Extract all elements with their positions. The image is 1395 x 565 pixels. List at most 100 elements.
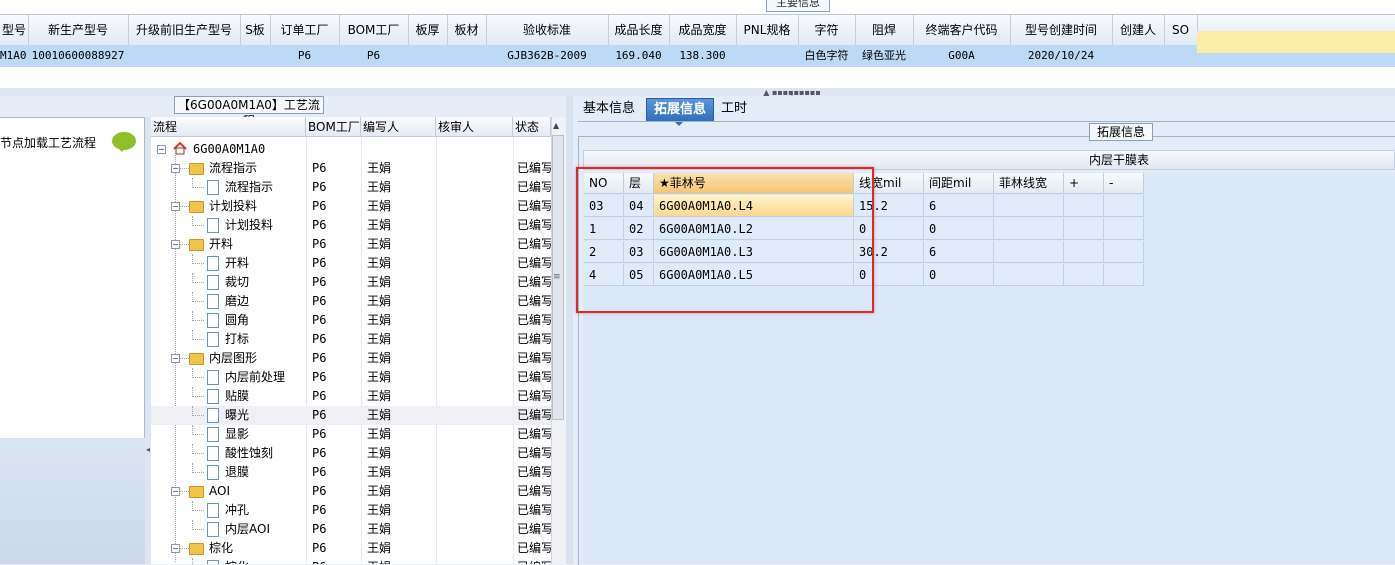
tree-row[interactable]: − 内层图形 P6 王娟 已编写 — [151, 349, 551, 368]
film-column-header[interactable]: - — [1104, 173, 1144, 194]
tab-basic-info[interactable]: 基本信息 — [578, 98, 640, 120]
splitter-grip-icon[interactable]: ▲ ▪▪▪▪▪▪▪▪▪ ▲ — [762, 89, 822, 102]
main-data-cell[interactable]: P6 — [270, 45, 339, 67]
main-data-cell[interactable] — [1112, 45, 1164, 67]
center-vertical-splitter[interactable] — [566, 96, 573, 564]
tree-row[interactable]: 酸性蚀刻 P6 王娟 已编写 — [151, 444, 551, 463]
film-cell[interactable]: 6 — [924, 195, 994, 217]
tree-row[interactable]: 磨边 P6 王娟 已编写 — [151, 292, 551, 311]
tree-row[interactable]: 内层前处理 P6 王娟 已编写 — [151, 368, 551, 387]
document-icon — [207, 465, 219, 480]
tree-row[interactable]: 曝光 P6 王娟 已编写 — [151, 406, 551, 425]
tree-row[interactable]: 裁切 P6 王娟 已编写 — [151, 273, 551, 292]
film-cell[interactable] — [994, 264, 1064, 286]
main-info-data-row[interactable]: M1A0 10010600088927 P6 P6 GJB362B-2009 169.04… — [0, 45, 1395, 67]
node-load-label[interactable]: 节点加载工艺流程 — [0, 134, 96, 151]
film-cell[interactable]: 6 — [924, 241, 994, 263]
scroll-up-arrow-icon[interactable]: ▲ — [553, 121, 559, 130]
tree-row[interactable]: 冲孔 P6 王娟 已编写 — [151, 501, 551, 520]
tree-row[interactable]: 流程指示 P6 王娟 已编写 — [151, 178, 551, 197]
collapse-toggle-icon[interactable]: − — [171, 544, 180, 553]
main-data-cell[interactable] — [408, 45, 447, 67]
tree-row[interactable]: − 棕化 P6 王娟 已编写 — [151, 539, 551, 558]
tree-root-row[interactable]: − 6G00A0M1A0 — [151, 140, 551, 159]
film-column-header[interactable]: 间距mil — [924, 173, 994, 194]
tree-row[interactable]: 退膜 P6 王娟 已编写 — [151, 463, 551, 482]
film-cell[interactable] — [1104, 195, 1144, 217]
tree-column-header[interactable]: BOM工厂 — [306, 117, 361, 137]
tree-guide-line — [192, 377, 204, 378]
process-tree-grid: 流程 BOM工厂 编写人 核审人 状态 −6G00A0M1A0− 流程指示 P6 王娟 已编写 流程… — [151, 117, 551, 564]
main-header-cell: 成品长度 — [608, 15, 670, 45]
main-data-cell[interactable] — [736, 45, 798, 67]
main-data-cell[interactable]: M1A0 — [0, 45, 28, 67]
main-data-cell[interactable]: 10010600088927 — [28, 45, 128, 67]
film-cell[interactable]: 0 — [924, 264, 994, 286]
collapse-toggle-icon[interactable]: − — [171, 487, 180, 496]
collapse-arrow-icon[interactable]: ◂ — [146, 445, 150, 454]
main-data-cell[interactable] — [240, 45, 270, 67]
collapse-toggle-icon[interactable]: − — [171, 164, 180, 173]
main-header-cell: S板 — [240, 15, 271, 45]
film-cell[interactable]: 0 — [924, 218, 994, 240]
horizontal-splitter[interactable] — [0, 88, 1395, 96]
tree-status-cell: 已编写 — [517, 389, 551, 403]
collapse-toggle-icon[interactable]: − — [157, 145, 166, 154]
tree-row[interactable]: − 开料 P6 王娟 已编写 — [151, 235, 551, 254]
film-cell[interactable] — [1064, 195, 1104, 217]
tab-work-hours[interactable]: 工时 — [716, 98, 752, 120]
main-data-cell[interactable]: 2020/10/24 — [1010, 45, 1112, 67]
tab-extended-info[interactable]: 拓展信息 — [646, 98, 714, 122]
tree-column-header[interactable]: 核审人 — [436, 117, 513, 137]
collapse-toggle-icon[interactable]: − — [171, 240, 180, 249]
tree-row[interactable]: 显影 P6 王娟 已编写 — [151, 425, 551, 444]
tree-bom-cell: P6 — [312, 427, 327, 441]
collapse-toggle-icon[interactable]: − — [171, 202, 180, 211]
tree-bom-cell: P6 — [312, 180, 327, 194]
film-cell[interactable] — [994, 241, 1064, 263]
film-column-header[interactable]: 菲林线宽 — [994, 173, 1064, 194]
film-cell[interactable] — [1104, 218, 1144, 240]
film-cell[interactable] — [1064, 264, 1104, 286]
tree-row[interactable]: 计划投料 P6 王娟 已编写 — [151, 216, 551, 235]
tree-column-header[interactable]: 编写人 — [361, 117, 436, 137]
main-data-cell[interactable]: G00A — [913, 45, 1010, 67]
tree-row[interactable]: 开料 P6 王娟 已编写 — [151, 254, 551, 273]
document-icon — [207, 180, 219, 195]
chat-bubble-icon[interactable] — [112, 132, 136, 152]
tree-row[interactable]: − 流程指示 P6 王娟 已编写 — [151, 159, 551, 178]
tree-column-header[interactable]: 流程 — [151, 117, 306, 137]
film-cell[interactable] — [1064, 218, 1104, 240]
tree-row[interactable]: 圆角 P6 王娟 已编写 — [151, 311, 551, 330]
main-data-cell[interactable] — [447, 45, 486, 67]
film-cell[interactable] — [1104, 264, 1144, 286]
tree-row[interactable]: 内层AOI P6 王娟 已编写 — [151, 520, 551, 539]
tree-writer-cell: 王娟 — [367, 161, 392, 175]
film-cell[interactable] — [1104, 241, 1144, 263]
tree-row[interactable]: − AOI P6 王娟 已编写 — [151, 482, 551, 501]
main-data-cell[interactable]: GJB362B-2009 — [486, 45, 608, 67]
film-column-header[interactable]: + — [1064, 173, 1104, 194]
main-data-cell[interactable]: P6 — [339, 45, 408, 67]
tree-row[interactable]: 棕化 P6 王娟 已编写 — [151, 558, 551, 564]
tree-guide-line — [192, 311, 193, 321]
collapse-toggle-icon[interactable]: − — [171, 354, 180, 363]
main-data-cell[interactable] — [128, 45, 240, 67]
film-cell[interactable] — [994, 195, 1064, 217]
main-data-cell[interactable]: 169.040 — [608, 45, 669, 67]
main-data-cell[interactable] — [1164, 45, 1197, 67]
main-data-cell[interactable]: 138.300 — [669, 45, 736, 67]
tree-column-header[interactable]: 状态 — [513, 117, 551, 137]
tree-status-cell: 已编写 — [517, 332, 551, 346]
tree-status-cell: 已编写 — [517, 541, 551, 555]
tree-row[interactable]: 贴膜 P6 王娟 已编写 — [151, 387, 551, 406]
main-info-title: 主要信息 — [766, 0, 830, 12]
film-cell[interactable] — [994, 218, 1064, 240]
tree-status-cell: 已编写 — [517, 465, 551, 479]
main-data-cell[interactable]: 白色字符 — [798, 45, 855, 67]
tree-row[interactable]: − 计划投料 P6 王娟 已编写 — [151, 197, 551, 216]
tree-row[interactable]: 打标 P6 王娟 已编写 — [151, 330, 551, 349]
film-cell[interactable] — [1064, 241, 1104, 263]
main-data-cell[interactable]: 绿色亚光 — [855, 45, 913, 67]
tree-writer-cell: 王娟 — [367, 389, 392, 403]
